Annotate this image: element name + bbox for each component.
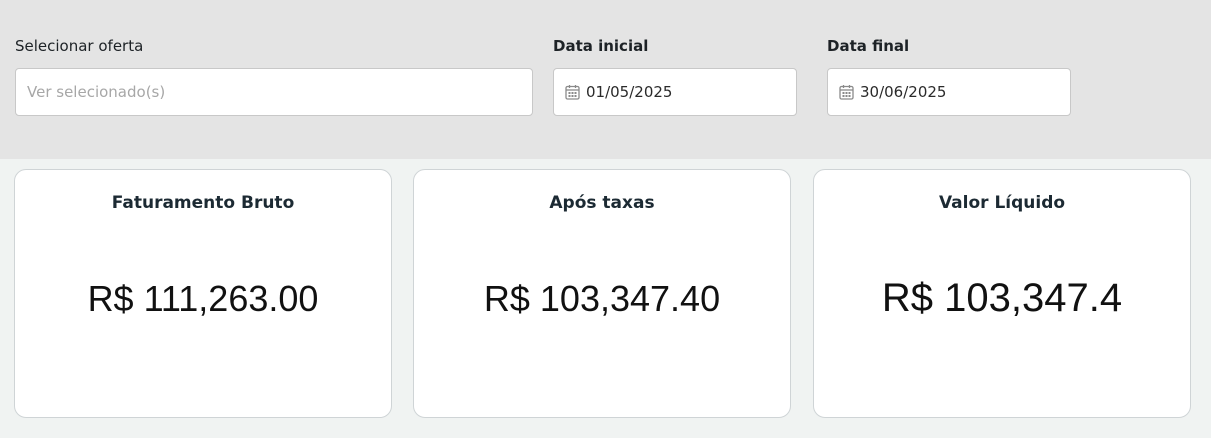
- offer-label: Selecionar oferta: [15, 37, 144, 55]
- end-date-label: Data final: [827, 37, 910, 55]
- offer-select-input[interactable]: Ver selecionado(s): [15, 68, 533, 116]
- net-value-card: Valor Líquido R$ 103,347.4: [813, 169, 1191, 418]
- gross-revenue-card: Faturamento Bruto R$ 111,263.00: [14, 169, 392, 418]
- card-value: R$ 103,347.40: [483, 278, 721, 319]
- start-date-value: 01/05/2025: [586, 83, 673, 101]
- calendar-icon: [839, 85, 854, 100]
- calendar-icon: [565, 85, 580, 100]
- card-title: Após taxas: [549, 193, 655, 213]
- offer-placeholder: Ver selecionado(s): [27, 83, 166, 101]
- end-date-value: 30/06/2025: [860, 83, 947, 101]
- card-value: R$ 103,347.4: [881, 276, 1123, 320]
- card-value: R$ 111,263.00: [87, 278, 319, 319]
- card-title: Faturamento Bruto: [111, 193, 295, 213]
- end-date-input[interactable]: 30/06/2025: [827, 68, 1071, 116]
- start-date-input[interactable]: 01/05/2025: [553, 68, 797, 116]
- card-title: Valor Líquido: [938, 193, 1066, 213]
- after-fees-card: Após taxas R$ 103,347.40: [413, 169, 791, 418]
- filter-bar: Selecionar oferta Ver selecionado(s) Dat…: [0, 0, 1211, 159]
- start-date-label: Data inicial: [553, 37, 649, 55]
